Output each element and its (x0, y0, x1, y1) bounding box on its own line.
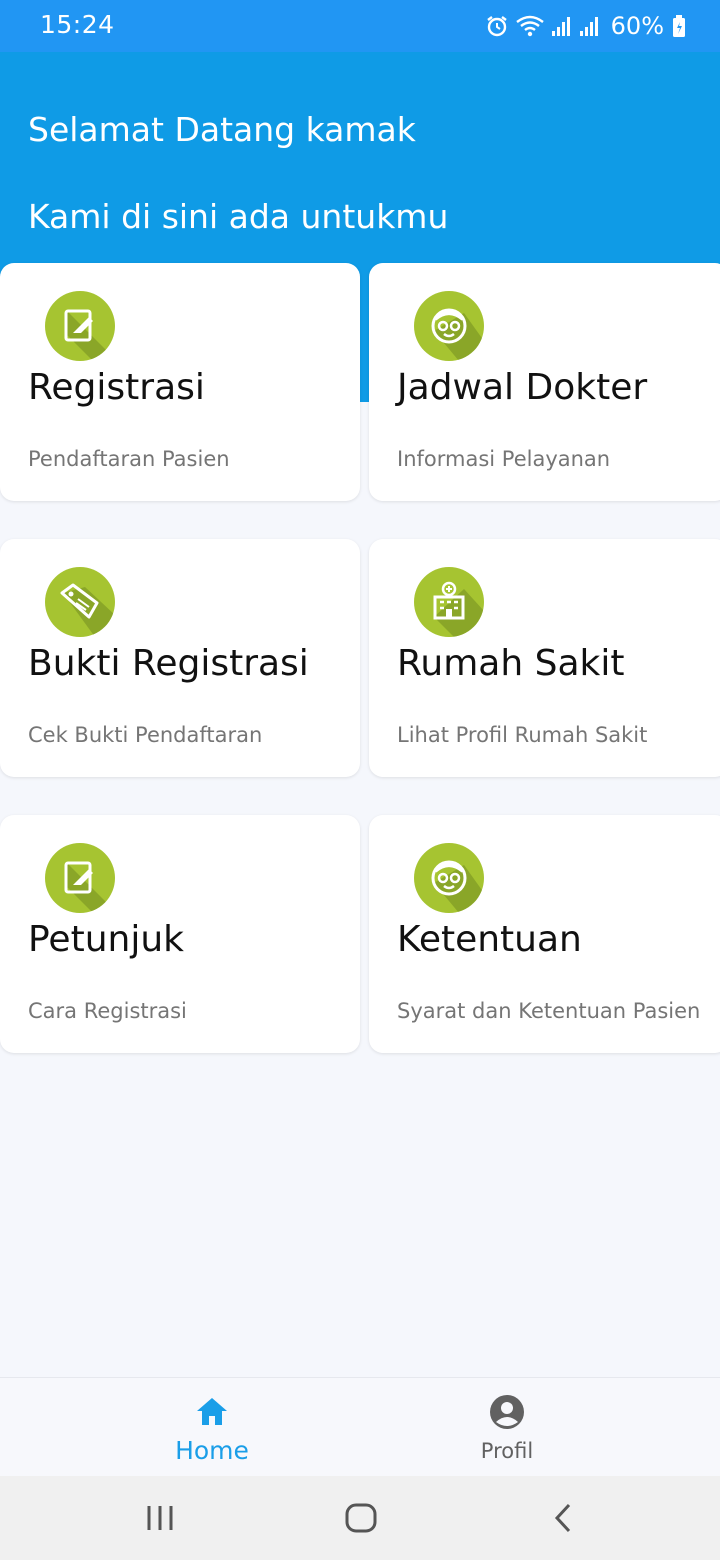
menu-card-rumah-sakit[interactable]: Rumah Sakit Lihat Profil Rumah Sakit (369, 539, 720, 777)
home-icon (197, 1398, 227, 1425)
card-title: Rumah Sakit (397, 643, 625, 684)
card-title: Registrasi (28, 367, 205, 408)
card-subtitle: Cara Registrasi (28, 999, 187, 1023)
nav-label-profil: Profil (480, 1439, 534, 1463)
edit-document-icon (45, 291, 115, 361)
card-subtitle: Syarat dan Ketentuan Pasien (397, 999, 701, 1023)
nav-item-home[interactable]: Home (122, 1378, 302, 1477)
home-button-icon[interactable] (343, 1500, 379, 1536)
edit-document-icon (45, 843, 115, 913)
doctor-face-icon (414, 843, 484, 913)
status-bar: 15:24 60% (0, 0, 720, 52)
receipt-tag-icon (45, 567, 115, 637)
back-icon[interactable] (548, 1500, 578, 1536)
nav-label-home: Home (175, 1436, 249, 1465)
recent-apps-icon[interactable] (144, 1500, 176, 1536)
menu-card-registrasi[interactable]: Registrasi Pendaftaran Pasien (0, 263, 360, 501)
wifi-icon (515, 15, 544, 37)
status-time: 15:24 (40, 10, 115, 39)
system-nav-bar (0, 1476, 720, 1560)
battery-icon (673, 15, 685, 37)
menu-card-bukti-registrasi[interactable]: Bukti Registrasi Cek Bukti Pendaftaran (0, 539, 360, 777)
card-subtitle: Informasi Pelayanan (397, 447, 611, 471)
welcome-text: Selamat Datang kamak (28, 110, 416, 149)
card-subtitle: Lihat Profil Rumah Sakit (397, 723, 648, 747)
card-title: Bukti Registrasi (28, 643, 309, 684)
card-title: Petunjuk (28, 919, 184, 960)
card-title: Ketentuan (397, 919, 582, 960)
bottom-nav: Home Profil (0, 1377, 720, 1476)
doctor-face-icon (414, 291, 484, 361)
alarm-icon (486, 16, 507, 37)
card-subtitle: Pendaftaran Pasien (28, 447, 230, 471)
card-title: Jadwal Dokter (397, 367, 648, 408)
hospital-building-icon (414, 567, 484, 637)
signal-icon (551, 17, 570, 36)
signal-icon (579, 17, 598, 36)
battery-percent: 60% (610, 12, 664, 40)
tagline-text: Kami di sini ada untukmu (28, 197, 449, 236)
card-subtitle: Cek Bukti Pendaftaran (28, 723, 263, 747)
account-circle-icon (490, 1395, 524, 1429)
menu-card-ketentuan[interactable]: Ketentuan Syarat dan Ketentuan Pasien (369, 815, 720, 1053)
status-icons: 60% (485, 10, 686, 42)
nav-item-profil[interactable]: Profil (417, 1378, 597, 1477)
menu-card-jadwal-dokter[interactable]: Jadwal Dokter Informasi Pelayanan (369, 263, 720, 501)
menu-card-petunjuk[interactable]: Petunjuk Cara Registrasi (0, 815, 360, 1053)
